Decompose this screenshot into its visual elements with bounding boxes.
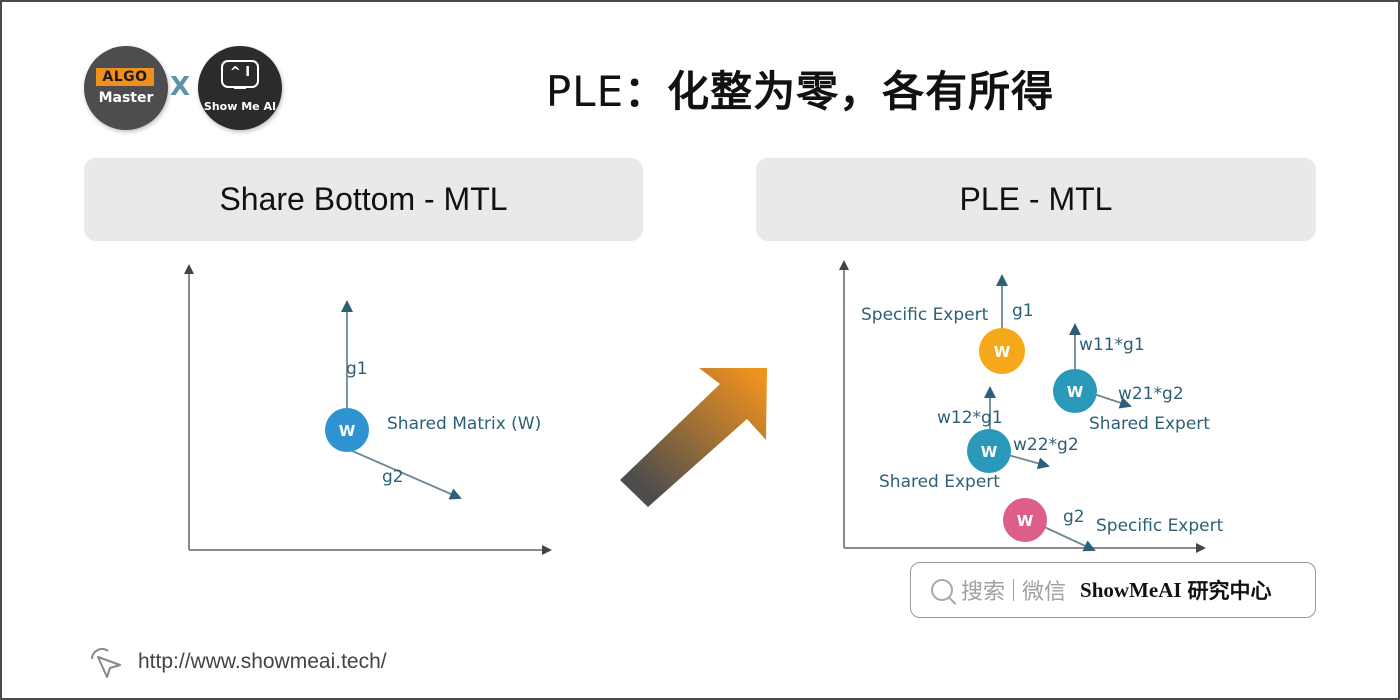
search-hint: 搜索	[961, 580, 1006, 605]
specific-expert-1-label: Specific Expert	[861, 305, 989, 325]
specific-expert-2-g2-label: g2	[1063, 507, 1085, 527]
left-g2-vector	[349, 449, 462, 500]
search-icon	[931, 579, 953, 601]
shared-expert-1-w11-label: w11*g1	[1079, 335, 1145, 355]
brand-cn: 研究中心	[1187, 579, 1272, 603]
website-link[interactable]: http://www.showmeai.tech/	[138, 650, 387, 674]
shared-expert-2-w12-label: w12*g1	[937, 408, 1003, 428]
shared-expert-2-w22-label: w22*g2	[1013, 435, 1079, 455]
specific-expert-1-node-label: W	[994, 343, 1011, 361]
wechat-hint: 微信	[1022, 580, 1067, 605]
specific-expert-2-node-label: W	[1017, 512, 1034, 530]
left-g1-label: g1	[346, 359, 368, 379]
shared-expert-2-node-label: W	[981, 443, 998, 461]
shared-expert-1-w21-label: w21*g2	[1118, 384, 1184, 404]
shared-expert-1-label: Shared Expert	[1089, 414, 1210, 434]
specific-expert-2-label: Specific Expert	[1096, 516, 1224, 536]
divider	[1013, 579, 1015, 601]
footer: http://www.showmeai.tech/	[88, 645, 387, 679]
shared-matrix-node-label: W	[339, 422, 356, 440]
specific-expert-2-g2-vector	[1039, 524, 1096, 552]
wechat-search-badge: 搜索 微信 ShowMeAI 研究中心	[910, 562, 1316, 618]
shared-expert-2-w22-vector	[1007, 454, 1050, 470]
left-g2-label: g2	[382, 467, 404, 487]
shared-matrix-annotation: Shared Matrix (W)	[387, 414, 541, 434]
shared-expert-1-node-label: W	[1067, 383, 1084, 401]
cursor-click-icon	[91, 648, 121, 678]
transition-arrow-icon	[620, 368, 767, 507]
brand-name: ShowMeAI	[1080, 577, 1182, 602]
shared-expert-2-label: Shared Expert	[879, 472, 1000, 492]
specific-expert-1-g1-label: g1	[1012, 301, 1034, 321]
